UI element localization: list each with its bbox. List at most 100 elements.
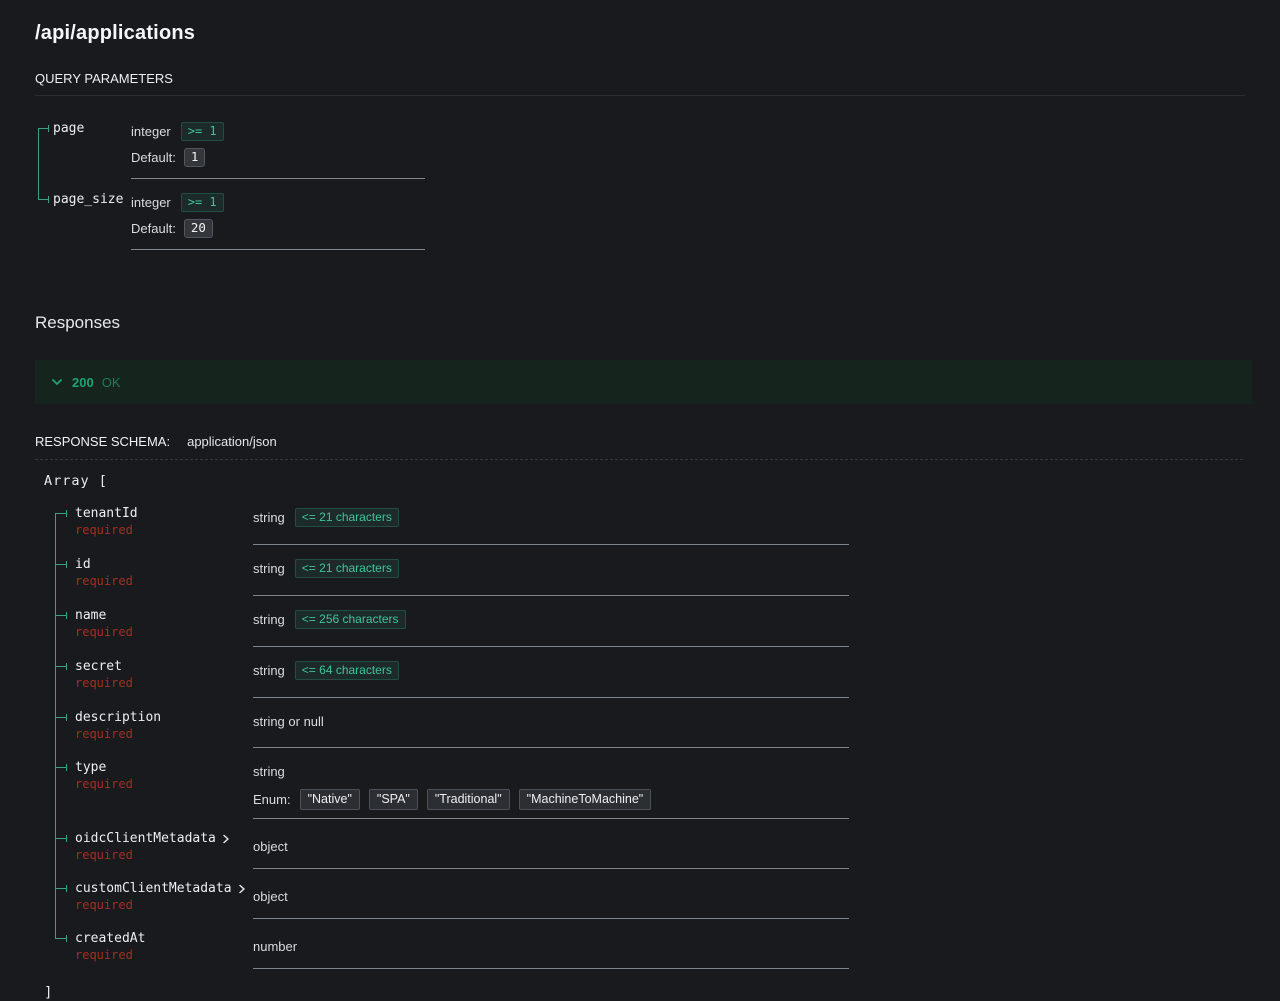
constraint-badge: <= 256 characters bbox=[294, 610, 406, 629]
field-name-cell: createdAt required bbox=[35, 929, 253, 979]
tree-branch bbox=[55, 835, 67, 842]
required-badge: required bbox=[75, 848, 133, 862]
schema-field-row: type required string Enum: "Native" "SPA… bbox=[35, 758, 1252, 829]
row-divider bbox=[253, 747, 849, 748]
field-name-cell: id required bbox=[35, 555, 253, 606]
response-200-toggle[interactable]: 200 OK bbox=[35, 360, 1252, 404]
row-divider bbox=[253, 646, 849, 647]
schema-field-row: customClientMetadata required object bbox=[35, 879, 1252, 929]
required-badge: required bbox=[75, 523, 133, 537]
tree-rail bbox=[55, 555, 56, 606]
tree-branch bbox=[55, 612, 67, 619]
row-divider bbox=[253, 595, 849, 596]
field-name-expandable[interactable]: customClientMetadata bbox=[75, 880, 253, 897]
status-code: 200 bbox=[72, 374, 94, 390]
row-divider bbox=[253, 818, 849, 819]
content-type: application/json bbox=[187, 434, 277, 449]
field-type: object bbox=[253, 888, 288, 904]
enum-value-badge: "SPA" bbox=[368, 789, 418, 810]
param-type: integer bbox=[131, 123, 171, 139]
tree-rail bbox=[55, 879, 56, 929]
field-name-cell: type required bbox=[35, 758, 253, 829]
required-badge: required bbox=[75, 574, 133, 588]
response-schema-label: RESPONSE SCHEMA: bbox=[35, 434, 171, 449]
tree-rail bbox=[55, 758, 56, 829]
required-badge: required bbox=[75, 898, 133, 912]
param-detail-cell: integer >= 1 Default: 1 bbox=[131, 119, 1252, 190]
tree-branch bbox=[55, 935, 67, 942]
enum-value-badge: "Traditional" bbox=[426, 789, 510, 810]
tree-branch bbox=[55, 714, 67, 721]
field-type: string bbox=[253, 510, 285, 525]
schema-field-row: oidcClientMetadata required object bbox=[35, 829, 1252, 879]
tree-rail bbox=[55, 929, 56, 938]
tree-branch bbox=[55, 510, 67, 517]
constraint-badge: >= 1 bbox=[180, 121, 224, 141]
api-doc-page: /api/applications QUERY PARAMETERS page … bbox=[0, 0, 1280, 1001]
required-badge: required bbox=[75, 777, 133, 791]
field-detail-cell: object bbox=[253, 879, 849, 929]
default-label: Default: bbox=[131, 220, 176, 236]
field-detail-cell: string <= 256 characters bbox=[253, 606, 849, 657]
chevron-down-icon bbox=[50, 375, 64, 389]
tree-branch bbox=[55, 764, 67, 771]
schema-field-row: description required string or null bbox=[35, 708, 1252, 758]
required-badge: required bbox=[75, 625, 133, 639]
field-name: secret bbox=[75, 659, 122, 674]
default-label: Default: bbox=[131, 149, 176, 165]
field-name-expandable[interactable]: oidcClientMetadata bbox=[75, 830, 253, 847]
tree-rail bbox=[55, 829, 56, 879]
row-divider bbox=[131, 178, 425, 179]
field-name: description bbox=[75, 710, 162, 725]
chevron-right-icon bbox=[237, 884, 247, 894]
required-badge: required bbox=[75, 727, 133, 741]
param-name: page bbox=[53, 121, 85, 136]
field-name: createdAt bbox=[75, 931, 146, 946]
constraint-badge: >= 1 bbox=[180, 192, 224, 212]
required-badge: required bbox=[75, 676, 133, 690]
schema-field-row: name required string <= 256 characters bbox=[35, 606, 1252, 657]
field-name-cell: secret required bbox=[35, 657, 253, 708]
status-text: OK bbox=[101, 374, 121, 390]
field-detail-cell: string <= 21 characters bbox=[253, 555, 849, 606]
field-name-cell: tenantId required bbox=[35, 504, 253, 555]
query-param-row: page_size integer >= 1 Default: 20 bbox=[35, 190, 1252, 261]
tree-rail bbox=[38, 190, 39, 199]
required-badge: required bbox=[75, 948, 133, 962]
field-name: id bbox=[75, 557, 91, 572]
chevron-right-icon bbox=[221, 834, 231, 844]
endpoint-title: /api/applications bbox=[35, 22, 196, 44]
field-name: type bbox=[75, 760, 107, 775]
field-name-cell: name required bbox=[35, 606, 253, 657]
tree-rail bbox=[55, 513, 56, 555]
row-divider bbox=[253, 697, 849, 698]
constraint-badge: <= 21 characters bbox=[294, 508, 399, 527]
field-type: string bbox=[253, 561, 285, 576]
responses-heading: Responses bbox=[35, 313, 121, 332]
tree-branch bbox=[55, 561, 67, 568]
constraint-badge: <= 64 characters bbox=[294, 661, 399, 680]
response-schema-row: RESPONSE SCHEMA: application/json bbox=[35, 434, 1243, 460]
schema-field-row: id required string <= 21 characters bbox=[35, 555, 1252, 606]
tree-branch bbox=[55, 885, 67, 892]
param-type: integer bbox=[131, 194, 171, 210]
query-param-row: page integer >= 1 Default: 1 bbox=[35, 119, 1252, 190]
row-divider bbox=[253, 968, 849, 969]
row-divider bbox=[131, 249, 425, 250]
param-name: page_size bbox=[53, 192, 124, 207]
query-parameters-heading: QUERY PARAMETERS bbox=[35, 71, 1245, 96]
enum-line: Enum: "Native" "SPA" "Traditional" "Mach… bbox=[253, 789, 849, 810]
field-type: object bbox=[253, 838, 288, 854]
tree-branch bbox=[55, 663, 67, 670]
schema-field-row: secret required string <= 64 characters bbox=[35, 657, 1252, 708]
row-divider bbox=[253, 868, 849, 869]
field-detail-cell: object bbox=[253, 829, 849, 879]
field-type: string bbox=[253, 663, 285, 678]
field-type: number bbox=[253, 938, 298, 954]
field-detail-cell: string <= 64 characters bbox=[253, 657, 849, 708]
field-name-cell: customClientMetadata required bbox=[35, 879, 253, 929]
field-detail-cell: number bbox=[253, 929, 849, 979]
tree-rail bbox=[38, 128, 39, 190]
field-type: string bbox=[253, 763, 285, 779]
field-name: oidcClientMetadata bbox=[75, 831, 216, 846]
